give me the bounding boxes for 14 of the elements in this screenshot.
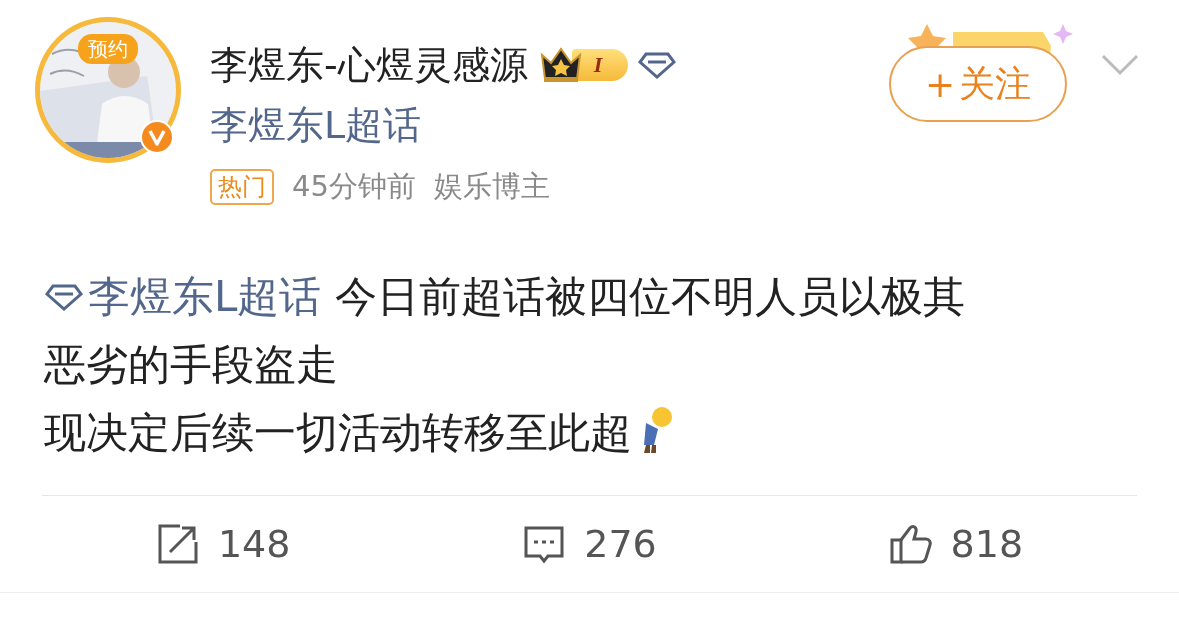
action-count: 818 — [950, 522, 1024, 566]
thumbs-up-icon[interactable] — [888, 522, 933, 566]
author-category: 娱乐博主 — [433, 168, 550, 205]
post-time: 45分钟前 — [292, 168, 416, 205]
topic-link[interactable]: 李煜东L超话 — [44, 272, 322, 321]
post-text: 李煜东L超话 今日前超话被四位不明人员以极其 恶劣的手段盗走 现决定后续一切活动转移至此超 — [44, 271, 966, 459]
diamond-icon — [44, 283, 84, 311]
hot-tag: 热门 — [210, 169, 274, 205]
action-count: 276 — [584, 522, 657, 566]
author-name[interactable]: 李煜东-心煜灵感源 — [210, 39, 528, 91]
topic-link[interactable]: 李煜东L超话 — [210, 100, 677, 151]
diamond-icon — [638, 51, 677, 79]
action-count: 148 — [217, 522, 291, 566]
avatar-badge: 预约 — [78, 34, 138, 64]
